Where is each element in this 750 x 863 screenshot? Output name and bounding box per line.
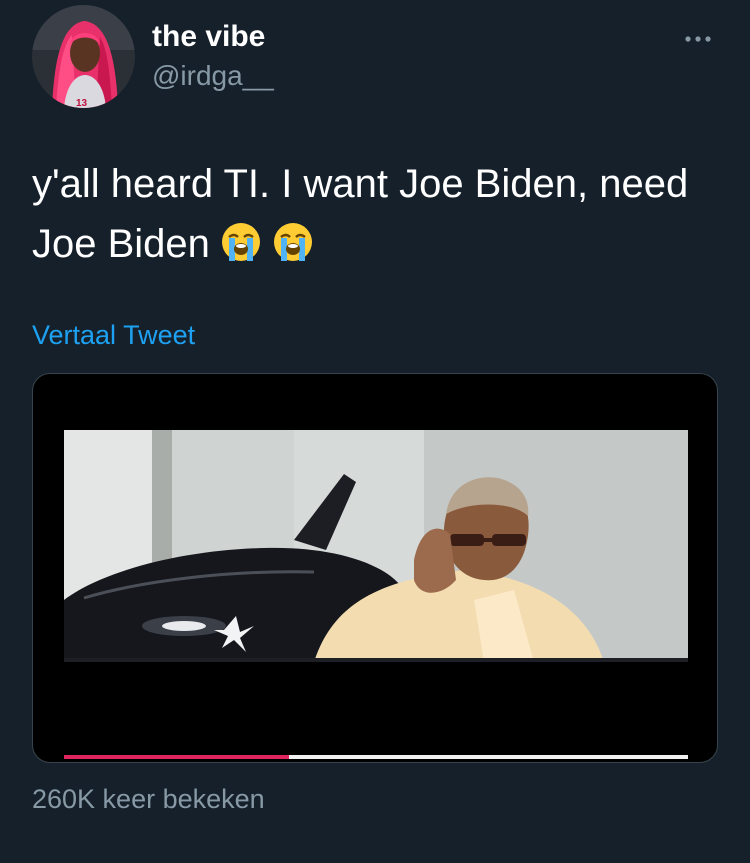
view-count: 260K keer bekeken <box>32 784 265 814</box>
translate-tweet-link[interactable]: Vertaal Tweet <box>32 320 195 351</box>
loudly-crying-emoji-icon <box>220 221 262 263</box>
tweet-text: y'all heard TI. I want Joe Biden, need J… <box>32 154 722 274</box>
tweet-text-line-2-words: Joe Biden <box>32 222 210 266</box>
user-handle[interactable]: @irdga__ <box>152 60 274 92</box>
avatar[interactable]: 13 <box>32 5 135 108</box>
video-frame <box>64 430 688 662</box>
tweet-text-line-1: y'all heard TI. I want Joe Biden, need <box>32 162 689 206</box>
avatar-image: 13 <box>32 5 135 108</box>
video-progress-fill <box>64 755 289 759</box>
display-name[interactable]: the vibe <box>152 20 265 54</box>
loudly-crying-emoji-icon-2 <box>272 221 314 263</box>
tweet-text-line-2: Joe Biden <box>32 214 722 274</box>
video-player[interactable] <box>32 373 718 763</box>
more-options-icon[interactable] <box>678 24 718 54</box>
video-progress-bar[interactable] <box>64 755 688 759</box>
svg-text:13: 13 <box>76 98 88 108</box>
